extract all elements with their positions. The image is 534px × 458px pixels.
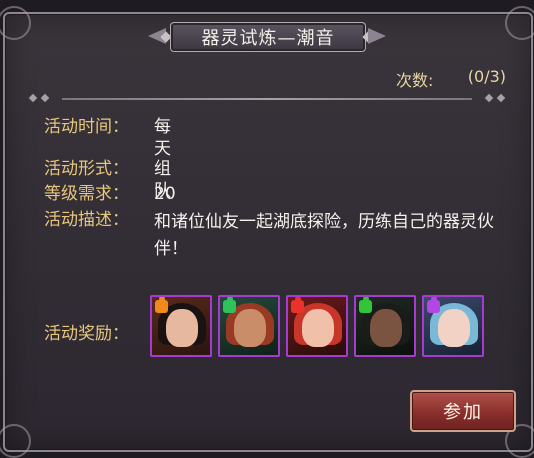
reward-list [150, 295, 490, 361]
divider-dot-icon [28, 93, 38, 103]
dialog-title: 器灵试炼—潮音 [170, 22, 366, 52]
reward-item[interactable] [354, 295, 416, 357]
puzzle-fragment-icon [223, 297, 236, 313]
rewards-label: 活动奖励： [44, 324, 129, 344]
reward-item[interactable] [218, 295, 280, 357]
divider-dot-icon [484, 93, 494, 103]
attempt-count: 次数: (0/3) [396, 67, 506, 90]
info-description: 和诸位仙友一起湖底探险，历练自己的器灵伙伴！ [154, 212, 494, 259]
reward-item[interactable] [150, 295, 212, 357]
puzzle-fragment-icon [155, 297, 168, 313]
info-value: 20 [154, 184, 176, 204]
info-label: 活动描述： [44, 210, 129, 230]
info-label: 活动形式： [44, 159, 129, 179]
reward-item[interactable] [286, 295, 348, 357]
header-divider [28, 93, 506, 104]
spirit-fragment-orange-lady-icon [166, 309, 198, 347]
title-right-ornament-icon [368, 28, 386, 44]
puzzle-fragment-icon [427, 297, 440, 313]
spirit-fragment-green-hooded-icon [370, 309, 402, 347]
count-label: 次数: [396, 71, 434, 90]
count-value: (0/3) [467, 67, 506, 86]
info-label: 等级需求： [44, 184, 129, 204]
spirit-fragment-purple-blue-lady-icon [438, 309, 470, 347]
reward-item[interactable] [422, 295, 484, 357]
divider-dot-icon [496, 93, 506, 103]
puzzle-fragment-icon [291, 297, 304, 313]
join-button[interactable]: 参加 [410, 390, 516, 432]
dialog-title-banner: 器灵试炼—潮音 [148, 20, 386, 54]
info-label: 活动时间： [44, 117, 129, 137]
corner-ornament-icon [505, 6, 534, 40]
divider-dot-icon [40, 93, 50, 103]
puzzle-fragment-icon [359, 297, 372, 313]
corner-ornament-icon [0, 6, 31, 40]
spirit-fragment-green-warrior-icon [234, 309, 266, 347]
spirit-fragment-red-hair-lady-icon [302, 309, 334, 347]
info-value: 每天 [154, 117, 171, 159]
